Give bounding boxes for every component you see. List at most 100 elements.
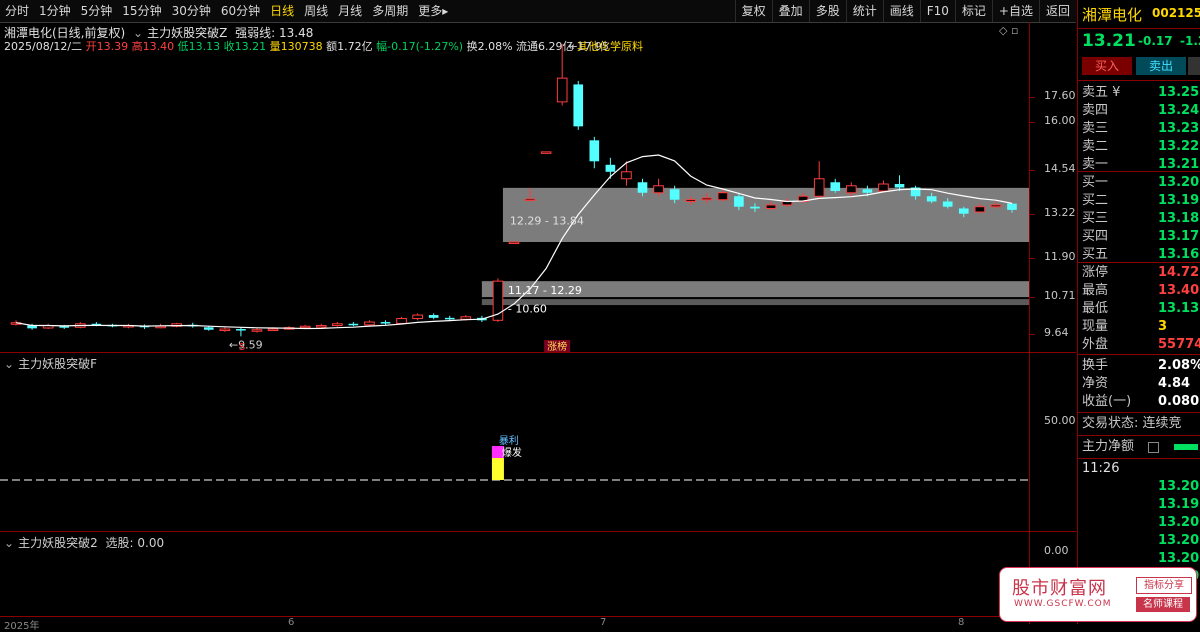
candle-body[interactable] bbox=[637, 182, 648, 193]
candle-body[interactable] bbox=[717, 192, 729, 201]
candle-body[interactable] bbox=[942, 201, 953, 207]
quote-stat-row[interactable]: 最高 13.40 bbox=[1082, 282, 1200, 300]
candle-body[interactable] bbox=[203, 327, 214, 330]
candle-body[interactable] bbox=[653, 185, 664, 194]
candle-body[interactable] bbox=[894, 184, 905, 188]
bid-level-row[interactable]: 买四 13.17 bbox=[1082, 228, 1200, 246]
toolbar-button[interactable]: F10 bbox=[919, 0, 955, 22]
candle-body[interactable] bbox=[508, 241, 520, 245]
candle-body[interactable] bbox=[315, 325, 327, 328]
candle-body[interactable] bbox=[958, 208, 969, 214]
candle-body[interactable] bbox=[813, 178, 825, 197]
candle-body[interactable] bbox=[1007, 203, 1017, 210]
candle-body[interactable] bbox=[267, 328, 279, 332]
candle-body[interactable] bbox=[589, 140, 600, 162]
candle-body[interactable] bbox=[846, 185, 857, 194]
candle-body[interactable] bbox=[219, 328, 231, 332]
net-flow-row[interactable]: 主力净额 bbox=[1082, 438, 1200, 456]
candle-body[interactable] bbox=[701, 197, 713, 201]
toolbar-button[interactable]: 标记 bbox=[954, 0, 992, 22]
quote-stat2-row[interactable]: 换手 2.08% bbox=[1082, 357, 1200, 375]
candle-body[interactable] bbox=[605, 164, 616, 172]
toolbar-button[interactable]: 复权 bbox=[734, 0, 772, 22]
bid-level-row[interactable]: 买二 13.19 bbox=[1082, 192, 1200, 210]
quote-stat-label: 外盘 bbox=[1082, 337, 1109, 352]
candle-body[interactable] bbox=[685, 199, 697, 202]
candle-body[interactable] bbox=[364, 321, 375, 326]
candle-body[interactable] bbox=[380, 322, 391, 324]
candle-body[interactable] bbox=[734, 196, 744, 207]
quote-stat-row[interactable]: 外盘 55774 bbox=[1082, 336, 1200, 354]
candle-body[interactable] bbox=[556, 77, 568, 103]
candle-body[interactable] bbox=[750, 206, 760, 209]
pane-divider[interactable] bbox=[0, 531, 1076, 532]
candle-body[interactable] bbox=[348, 323, 359, 326]
candle-body[interactable] bbox=[765, 204, 777, 209]
period-tab[interactable]: 更多▸ bbox=[413, 0, 453, 22]
toolbar-button[interactable]: 统计 bbox=[845, 0, 883, 22]
quote-stat2-label: 收益(一) bbox=[1082, 394, 1132, 409]
candle-body[interactable] bbox=[524, 198, 536, 202]
candle-body[interactable] bbox=[236, 329, 246, 331]
pane3-indicator-name[interactable]: 主力妖股突破2 bbox=[18, 536, 98, 550]
period-tab[interactable]: 30分钟 bbox=[167, 0, 216, 22]
candle-body[interactable] bbox=[878, 183, 889, 192]
period-tab[interactable]: 日线 bbox=[265, 0, 299, 22]
toolbar-button[interactable]: 多股 bbox=[808, 0, 846, 22]
period-tab[interactable]: 5分钟 bbox=[76, 0, 118, 22]
candle-body[interactable] bbox=[926, 196, 937, 202]
ask-level-row[interactable]: 卖三 13.23 bbox=[1082, 120, 1200, 138]
toolbar-button[interactable]: 叠加 bbox=[771, 0, 809, 22]
candle-body[interactable] bbox=[251, 329, 263, 332]
candle-body[interactable] bbox=[299, 325, 311, 329]
ask-level-row[interactable]: 卖二 13.22 bbox=[1082, 138, 1200, 156]
period-tab[interactable]: 周线 bbox=[299, 0, 333, 22]
candle-body[interactable] bbox=[974, 206, 986, 213]
candle-body[interactable] bbox=[540, 151, 552, 154]
candle-body[interactable] bbox=[669, 189, 680, 200]
chevron-down-icon[interactable]: ⌄ bbox=[4, 357, 14, 371]
toolbar-button[interactable]: 返回 bbox=[1038, 0, 1076, 22]
expand-handle[interactable] bbox=[1188, 57, 1200, 75]
price-axis-label: 17.60 bbox=[1044, 89, 1076, 102]
bid-level-row[interactable]: 买一 13.20 bbox=[1082, 174, 1200, 192]
period-tab[interactable]: 月线 bbox=[333, 0, 367, 22]
candle-body[interactable] bbox=[621, 171, 632, 180]
axis-divider bbox=[1029, 22, 1030, 624]
watermark-tag: 指标分享 bbox=[1136, 577, 1192, 594]
quote-stat2-row[interactable]: 净资 4.84 bbox=[1082, 375, 1200, 393]
candle-body[interactable] bbox=[331, 323, 343, 327]
quote-stat-row[interactable]: 现量 3 bbox=[1082, 318, 1200, 336]
candle-body[interactable] bbox=[428, 315, 439, 318]
quote-stat2-row[interactable]: 收益(一) 0.080 bbox=[1082, 393, 1200, 411]
candle-body[interactable] bbox=[444, 317, 455, 320]
toolbar-button[interactable]: 画线 bbox=[882, 0, 920, 22]
candle-body[interactable] bbox=[412, 314, 423, 320]
pane2-indicator-name[interactable]: 主力妖股突破F bbox=[18, 357, 97, 371]
candle-body[interactable] bbox=[990, 204, 1002, 208]
period-tab[interactable]: 分时 bbox=[0, 0, 34, 22]
bid-level-row[interactable]: 买三 13.18 bbox=[1082, 210, 1200, 228]
buy-button[interactable]: 买入 bbox=[1082, 57, 1132, 75]
candle-body[interactable] bbox=[830, 182, 841, 191]
period-tab[interactable]: 60分钟 bbox=[216, 0, 265, 22]
candle-body[interactable] bbox=[396, 318, 407, 324]
candle-body[interactable] bbox=[460, 316, 472, 320]
sell-button[interactable]: 卖出 bbox=[1136, 57, 1186, 75]
ask-level-value: 13.23 bbox=[1158, 121, 1200, 136]
toolbar-button[interactable]: +自选 bbox=[991, 0, 1039, 22]
quote-stat-row[interactable]: 最低 13.13 bbox=[1082, 300, 1200, 318]
list-icon[interactable] bbox=[1148, 442, 1159, 453]
pane-divider[interactable] bbox=[0, 352, 1076, 353]
ask-level-row[interactable]: 卖五 ¥ 13.25 bbox=[1082, 84, 1200, 102]
ask-level-label: 卖四 bbox=[1082, 103, 1109, 118]
chevron-down-icon[interactable]: ⌄ bbox=[4, 536, 14, 550]
ask-level-row[interactable]: 卖四 13.24 bbox=[1082, 102, 1200, 120]
price-axis-label: 10.71 bbox=[1044, 289, 1076, 302]
quote-stat-row[interactable]: 涨停 14.72 bbox=[1082, 264, 1200, 282]
candle-body[interactable] bbox=[862, 189, 873, 193]
period-tab[interactable]: 1分钟 bbox=[34, 0, 76, 22]
candle-body[interactable] bbox=[573, 84, 584, 127]
period-tab[interactable]: 多周期 bbox=[367, 0, 413, 22]
period-tab[interactable]: 15分钟 bbox=[117, 0, 166, 22]
